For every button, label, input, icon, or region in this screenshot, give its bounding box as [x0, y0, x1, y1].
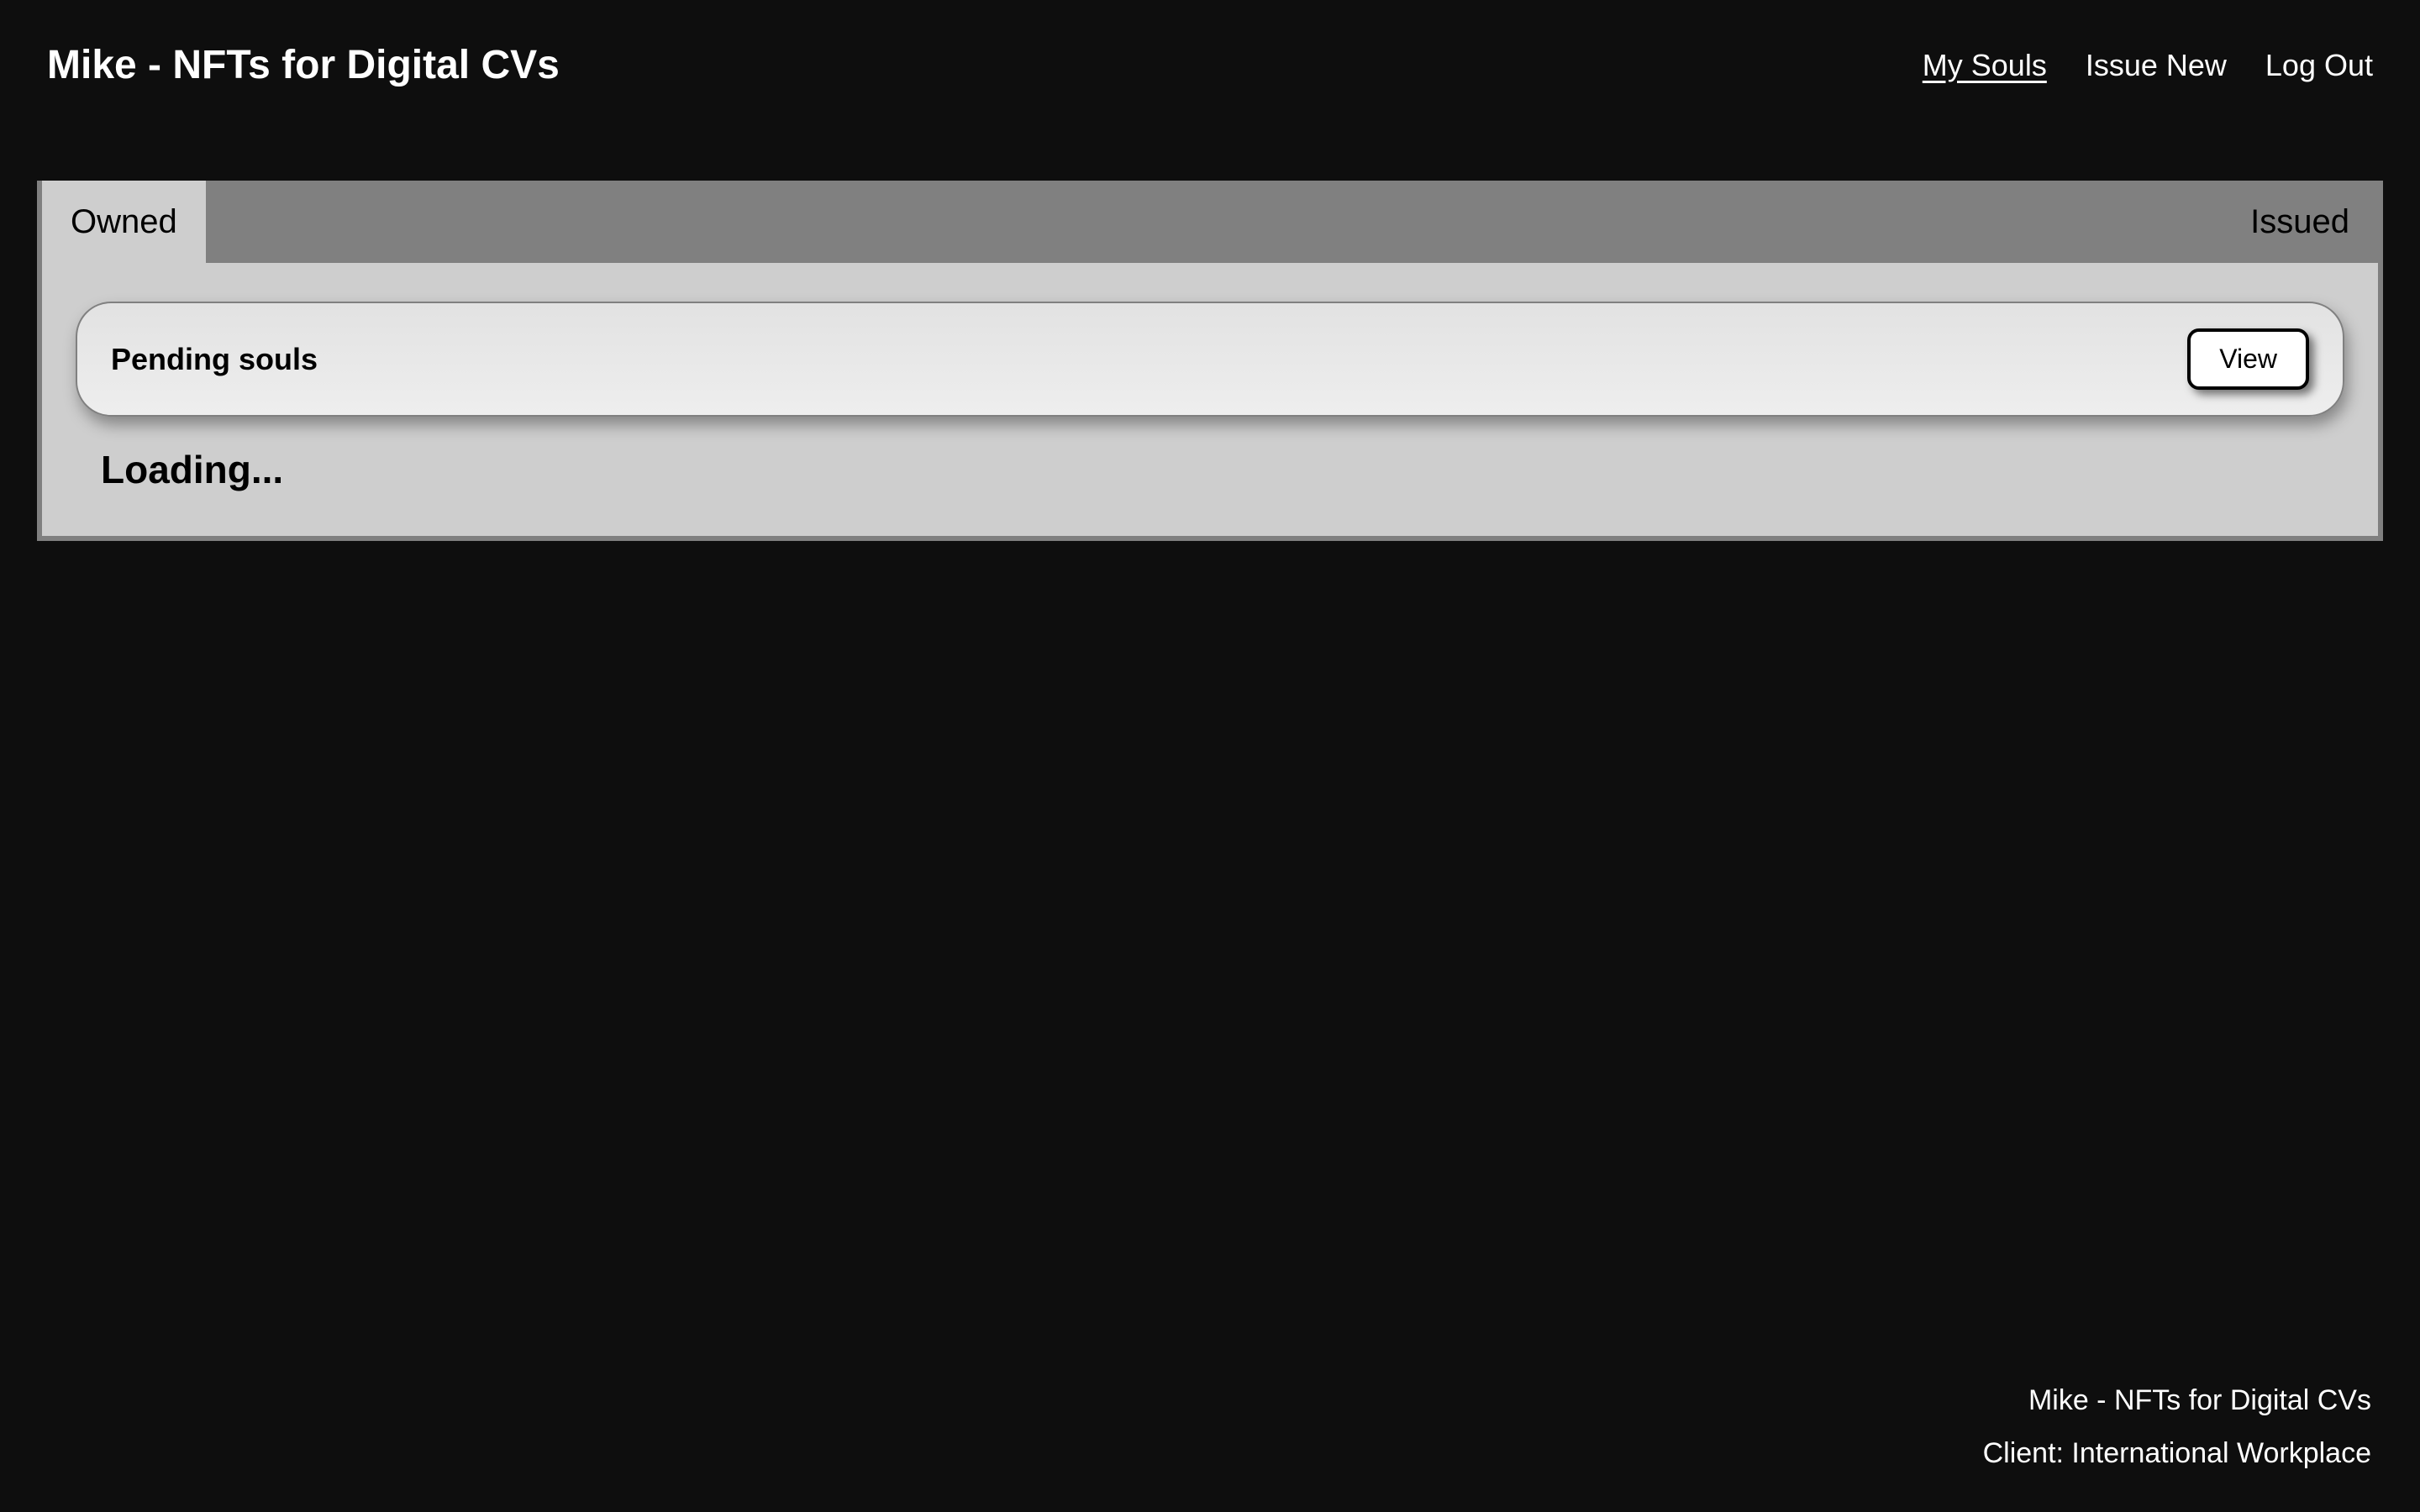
main-panel: Owned Issued Pending souls View Loading.… — [37, 181, 2383, 541]
panel-body: Pending souls View Loading... — [42, 263, 2378, 536]
nav-issue-new[interactable]: Issue New — [2086, 48, 2227, 83]
nav-log-out[interactable]: Log Out — [2265, 48, 2373, 83]
footer-app-name: Mike - NFTs for Digital CVs — [1983, 1384, 2371, 1417]
app-title: Mike - NFTs for Digital CVs — [47, 42, 560, 88]
header: Mike - NFTs for Digital CVs My Souls Iss… — [0, 0, 2420, 130]
header-nav: My Souls Issue New Log Out — [1923, 48, 2373, 83]
footer: Mike - NFTs for Digital CVs Client: Inte… — [1983, 1364, 2371, 1470]
nav-my-souls[interactable]: My Souls — [1923, 48, 2047, 83]
card-title: Pending souls — [111, 342, 318, 377]
tabs-row: Owned Issued — [42, 181, 2378, 263]
footer-client: Client: International Workplace — [1983, 1437, 2371, 1470]
tab-issued[interactable]: Issued — [2222, 181, 2378, 263]
tab-owned[interactable]: Owned — [42, 181, 206, 263]
view-button[interactable]: View — [2187, 328, 2309, 390]
loading-text: Loading... — [76, 447, 2344, 492]
pending-souls-card: Pending souls View — [76, 302, 2344, 417]
